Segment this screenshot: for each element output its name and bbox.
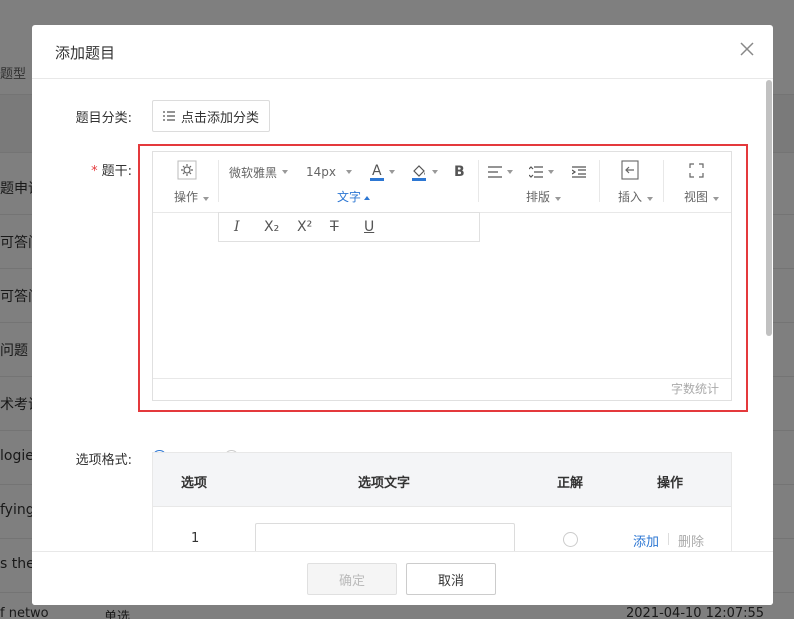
chevron-up-icon [364, 195, 371, 200]
toolbar-divider [599, 160, 600, 202]
toolbar-divider [218, 160, 219, 202]
text-group-text: 文字 [337, 190, 362, 204]
option-text-input[interactable] [255, 523, 515, 551]
indent-button[interactable] [572, 162, 586, 182]
stem-label-text: 题干: [101, 164, 132, 179]
operate-group-text: 操作 [174, 190, 199, 204]
stem-label: * 题干: [42, 160, 132, 179]
column-header-answer: 正解 [557, 476, 584, 491]
required-mark: * [91, 164, 98, 179]
font-family-value: 微软雅黑 [229, 165, 278, 180]
delete-option-link[interactable]: 删除 [678, 531, 704, 550]
chevron-down-icon [388, 170, 395, 174]
chevron-down-icon [548, 170, 554, 174]
chevron-down-icon [203, 197, 210, 201]
align-left-icon [488, 166, 502, 178]
word-count: 字数统计 [153, 378, 731, 400]
category-label: 题目分类: [75, 111, 132, 126]
chevron-down-icon [346, 170, 352, 174]
chevron-down-icon [282, 170, 289, 174]
rich-text-editor: 操作 微软雅黑 14px A B 文字 排版 插入 视图 I X₂ X² T U… [152, 151, 732, 401]
fullscreen-icon[interactable] [689, 163, 704, 178]
add-question-dialog: 添加题目 题目分类: 点击添加分类 * 题干: 操作 微软雅黑 14px A B… [32, 25, 773, 605]
confirm-button[interactable]: 确定 [307, 563, 397, 595]
font-color-icon: A [370, 162, 384, 181]
font-family-select[interactable]: 微软雅黑 [229, 162, 289, 182]
line-spacing-icon [529, 166, 543, 178]
align-button[interactable] [488, 162, 513, 182]
chevron-down-icon [555, 197, 562, 201]
settings-icon[interactable] [177, 160, 197, 180]
toolbar-divider [478, 160, 479, 202]
insert-group-label[interactable]: 插入 [618, 188, 654, 205]
link-divider [668, 533, 669, 545]
layout-group-label[interactable]: 排版 [526, 188, 562, 205]
chevron-down-icon [713, 197, 720, 201]
column-header-actions: 操作 [657, 476, 684, 491]
list-icon [163, 111, 175, 121]
operate-group-label[interactable]: 操作 [174, 188, 210, 205]
chevron-down-icon [647, 197, 654, 201]
insert-icon[interactable] [620, 160, 640, 180]
option-index: 1 [191, 531, 200, 546]
column-header-option-text: 选项文字 [358, 476, 411, 491]
dialog-title: 添加题目 [55, 44, 116, 62]
editor-content-area[interactable] [153, 213, 731, 378]
text-group-label[interactable]: 文字 [337, 188, 371, 205]
background-color-button[interactable] [411, 162, 438, 182]
chevron-down-icon [507, 170, 513, 174]
view-group-text: 视图 [684, 190, 709, 204]
dialog-scrollbar[interactable] [766, 80, 772, 336]
add-option-link[interactable]: 添加 [633, 531, 659, 550]
options-table: 选项 选项文字 正解 操作 1 添加 删除 [152, 452, 732, 551]
fill-bucket-icon [412, 165, 426, 181]
indent-icon [572, 166, 586, 178]
font-size-value: 14px [306, 165, 336, 179]
cancel-button[interactable]: 取消 [406, 563, 496, 595]
font-color-button[interactable]: A [370, 162, 395, 182]
option-format-label: 选项格式: [75, 453, 132, 468]
layout-group-text: 排版 [526, 190, 551, 204]
chevron-down-icon [432, 170, 438, 174]
font-size-select[interactable]: 14px [306, 162, 352, 182]
insert-group-text: 插入 [618, 190, 643, 204]
bold-button[interactable]: B [454, 162, 465, 182]
dialog-body: 题目分类: 点击添加分类 * 题干: 操作 微软雅黑 14px A B 文字 排… [32, 80, 773, 551]
add-category-button[interactable]: 点击添加分类 [152, 100, 270, 132]
dialog-header: 添加题目 [32, 25, 773, 79]
add-category-label: 点击添加分类 [181, 110, 260, 126]
column-header-option: 选项 [181, 476, 208, 491]
toolbar-divider [663, 160, 664, 202]
correct-answer-radio[interactable] [563, 532, 578, 547]
editor-toolbar: 操作 微软雅黑 14px A B 文字 排版 插入 视图 [153, 152, 731, 213]
close-icon[interactable] [739, 41, 755, 57]
dialog-footer: 确定 取消 [32, 551, 773, 605]
line-height-button[interactable] [529, 162, 554, 182]
table-header: 选项 选项文字 正解 操作 [153, 453, 731, 507]
view-group-label[interactable]: 视图 [684, 188, 720, 205]
